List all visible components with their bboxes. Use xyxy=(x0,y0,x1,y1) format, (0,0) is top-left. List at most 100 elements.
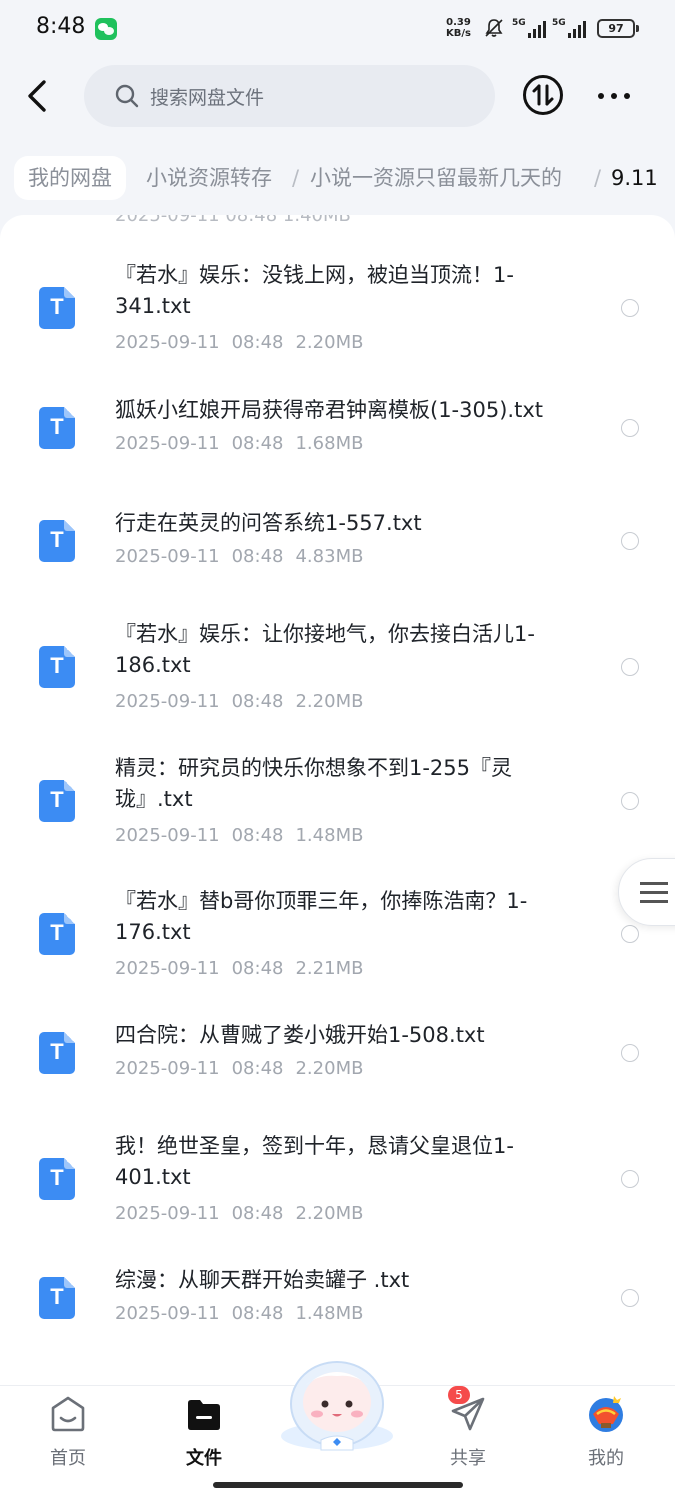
search-placeholder: 搜索网盘文件 xyxy=(150,87,265,109)
nav-profile-label: 我的 xyxy=(588,1448,624,1469)
file-type-letter: T xyxy=(50,414,64,439)
folder-icon xyxy=(188,1400,220,1430)
file-size: 1.68MB xyxy=(295,433,364,454)
file-size: 2.20MB xyxy=(295,1058,364,1079)
file-row[interactable]: T 狐妖小红娘开局获得帝君钟离模板(1-305).txt 2025-09-11 08:… xyxy=(0,395,675,481)
signal-strength-2: 5G xyxy=(552,18,586,38)
file-date: 2025-09-11 xyxy=(115,1303,220,1324)
file-name: 综漫：从聊天群开始卖罐子 .txt xyxy=(115,1268,410,1292)
file-size: 2.20MB xyxy=(295,1203,364,1224)
file-row[interactable]: T 『若水』替b哥你顶罪三年，你捧陈浩南？1-176.txt 2025-09-11 0… xyxy=(0,886,675,1002)
file-size: 4.83MB xyxy=(295,546,364,567)
transfer-list-button[interactable] xyxy=(523,75,563,115)
bell-muted-icon xyxy=(485,19,503,37)
txt-file-icon: T xyxy=(39,780,75,822)
file-meta: 2025-09-11 08:48 4.83MB xyxy=(115,546,375,567)
file-meta: 2025-09-11 08:48 2.20MB xyxy=(115,332,375,353)
file-time: 08:48 xyxy=(231,1058,284,1079)
file-select-checkbox[interactable] xyxy=(621,1170,639,1188)
home-indicator[interactable] xyxy=(213,1482,463,1488)
nav-home[interactable]: 首页 xyxy=(18,1394,118,1470)
file-row[interactable]: T 『若水』娱乐：让你接地气，你去接白活儿1-186.txt 2025-09-11 0… xyxy=(0,619,675,735)
file-name: 『若水』娱乐：让你接地气，你去接白活儿1-186.txt xyxy=(115,622,535,677)
txt-file-icon: T xyxy=(39,1158,75,1200)
file-date: 2025-09-11 xyxy=(115,546,220,567)
file-select-checkbox[interactable] xyxy=(621,419,639,437)
avatar-icon xyxy=(589,1396,623,1432)
more-options-button[interactable] xyxy=(594,82,634,108)
network-speed: 0.39 KB/s xyxy=(446,17,471,39)
file-meta: 2025-09-11 08:48 1.48MB xyxy=(115,825,375,846)
txt-file-icon: T xyxy=(39,646,75,688)
nav-share-label: 共享 xyxy=(450,1448,486,1469)
home-icon xyxy=(51,1396,85,1432)
nav-home-label: 首页 xyxy=(50,1448,86,1469)
file-time: 08:48 xyxy=(231,825,284,846)
file-select-checkbox[interactable] xyxy=(621,1044,639,1062)
file-list: 2025-09-11 08:48 1.40MB T 『若水』娱乐：没钱上网，被迫当… xyxy=(0,215,675,1395)
file-meta: 2025-09-11 08:48 2.20MB xyxy=(115,1203,375,1224)
mascot-assistant-button[interactable] xyxy=(277,1352,397,1452)
file-time: 08:48 xyxy=(231,433,284,454)
search-input[interactable]: 搜索网盘文件 xyxy=(84,65,495,127)
file-date: 2025-09-11 xyxy=(115,691,220,712)
nav-profile[interactable]: 我的 xyxy=(556,1394,656,1470)
search-icon xyxy=(115,84,139,108)
file-row[interactable]: T 行走在英灵的问答系统1-557.txt 2025-09-11 08:48 4.83M… xyxy=(0,508,675,594)
status-time: 8:48 xyxy=(36,14,86,39)
signal-2-label: 5G xyxy=(552,18,566,28)
file-time: 08:48 xyxy=(231,1303,284,1324)
breadcrumb-item-root[interactable]: 我的网盘 xyxy=(14,156,126,200)
file-row[interactable]: T 四合院：从曹贼了娄小娥开始1-508.txt 2025-09-11 08:48 2.… xyxy=(0,1020,675,1106)
file-meta: 2025-09-11 08:48 1.68MB xyxy=(115,433,375,454)
file-type-letter: T xyxy=(50,653,64,678)
nav-files[interactable]: 文件 xyxy=(154,1394,254,1470)
file-type-letter: T xyxy=(50,787,64,812)
file-time: 08:48 xyxy=(231,691,284,712)
signal-bars-icon xyxy=(528,21,546,38)
nav-share[interactable]: 5 共享 xyxy=(418,1386,518,1470)
file-name: 我！绝世圣皇，签到十年，恳请父皇退位1-401.txt xyxy=(115,1134,514,1189)
file-time: 08:48 xyxy=(231,1203,284,1224)
status-bar: 8:48 0.39 KB/s 5G 5G 97 xyxy=(0,0,675,58)
file-name: 『若水』娱乐：没钱上网，被迫当顶流！1-341.txt xyxy=(115,263,514,318)
file-name: 狐妖小红娘开局获得帝君钟离模板(1-305).txt xyxy=(115,398,543,422)
file-select-checkbox[interactable] xyxy=(621,925,639,943)
signal-strength-1: 5G xyxy=(512,18,546,38)
file-select-checkbox[interactable] xyxy=(621,658,639,676)
file-meta: 2025-09-11 08:48 2.20MB xyxy=(115,1058,375,1079)
partially-visible-file-meta: 2025-09-11 08:48 1.40MB xyxy=(115,215,351,226)
file-row[interactable]: T 综漫：从聊天群开始卖罐子 .txt 2025-09-11 08:48 1.48MB xyxy=(0,1265,675,1351)
network-speed-unit: KB/s xyxy=(446,28,471,39)
file-date: 2025-09-11 xyxy=(115,332,220,353)
file-select-checkbox[interactable] xyxy=(621,299,639,317)
file-row[interactable]: T 『若水』娱乐：没钱上网，被迫当顶流！1-341.txt 2025-09-11 08… xyxy=(0,260,675,376)
back-button[interactable] xyxy=(20,74,60,118)
file-size: 2.21MB xyxy=(295,958,364,979)
breadcrumb-separator: / xyxy=(594,166,602,190)
battery-indicator: 97 xyxy=(597,19,639,38)
breadcrumb-item-novels[interactable]: 小说资源转存 xyxy=(146,156,272,200)
signal-1-label: 5G xyxy=(512,18,526,28)
file-row[interactable]: T 我！绝世圣皇，签到十年，恳请父皇退位1-401.txt 2025-09-11 08… xyxy=(0,1131,675,1247)
file-time: 08:48 xyxy=(231,958,284,979)
file-size: 2.20MB xyxy=(295,691,364,712)
wechat-notification-icon xyxy=(95,18,117,40)
upload-download-icon xyxy=(532,84,554,106)
file-time: 08:48 xyxy=(231,546,284,567)
file-date: 2025-09-11 xyxy=(115,1058,220,1079)
file-select-checkbox[interactable] xyxy=(621,532,639,550)
file-type-letter: T xyxy=(50,1284,64,1309)
breadcrumb-item-folder[interactable]: 小说一资源只留最新几天的 xyxy=(310,156,562,200)
file-row[interactable]: T 精灵：研究员的快乐你想象不到1-255『灵珑』.txt 2025-09-11 08… xyxy=(0,753,675,869)
txt-file-icon: T xyxy=(39,913,75,955)
share-notification-badge: 5 xyxy=(448,1386,470,1404)
breadcrumb-separator: / xyxy=(292,166,300,190)
file-meta: 2025-09-11 08:48 2.21MB xyxy=(115,958,375,979)
file-size: 1.48MB xyxy=(295,1303,364,1324)
file-select-checkbox[interactable] xyxy=(621,792,639,810)
file-date: 2025-09-11 xyxy=(115,958,220,979)
breadcrumb-item-current: 9.11 xyxy=(611,166,658,190)
file-select-checkbox[interactable] xyxy=(621,1289,639,1307)
file-type-letter: T xyxy=(50,294,64,319)
